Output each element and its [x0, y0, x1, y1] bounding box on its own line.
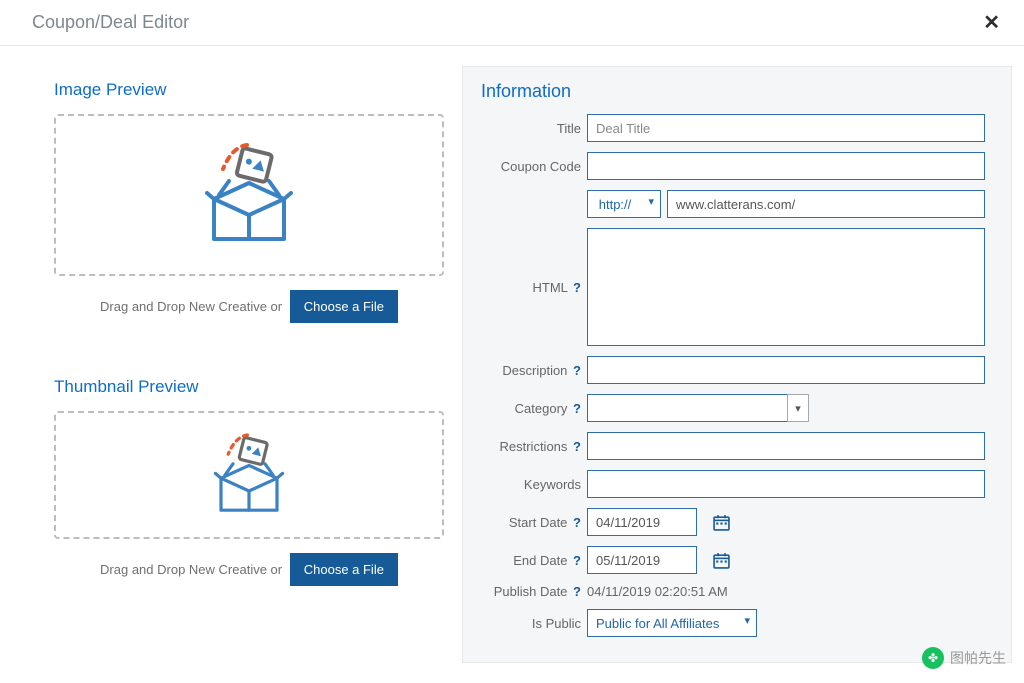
image-drop-caption: Drag and Drop New Creative or Choose a F… — [54, 290, 444, 323]
title-input[interactable] — [587, 114, 985, 142]
upload-box-icon — [209, 430, 289, 520]
information-panel: Information Title Coupon Code http:// — [462, 66, 1012, 663]
information-heading: Information — [477, 81, 985, 102]
modal-title: Coupon/Deal Editor — [32, 12, 189, 33]
image-preview-heading: Image Preview — [54, 80, 444, 100]
html-textarea[interactable] — [587, 228, 985, 346]
help-icon[interactable]: ? — [573, 439, 581, 454]
image-dropzone[interactable] — [54, 114, 444, 276]
watermark: ✤ 图帕先生 — [922, 647, 1006, 669]
choose-file-button[interactable]: Choose a File — [290, 290, 398, 323]
category-label: Category — [515, 401, 568, 416]
close-icon[interactable]: ✕ — [983, 10, 1000, 35]
keywords-input[interactable] — [587, 470, 985, 498]
upload-box-icon — [199, 139, 299, 251]
calendar-icon[interactable] — [713, 514, 730, 531]
wechat-icon: ✤ — [922, 647, 944, 669]
restrictions-label: Restrictions — [500, 439, 568, 454]
help-icon[interactable]: ? — [573, 515, 581, 530]
help-icon[interactable]: ? — [573, 553, 581, 568]
thumbnail-dropzone[interactable] — [54, 411, 444, 539]
thumbnail-drop-caption: Drag and Drop New Creative or Choose a F… — [54, 553, 444, 586]
category-combo[interactable]: ▾ — [587, 394, 809, 422]
description-label: Description — [502, 363, 567, 378]
is-public-label: Is Public — [532, 616, 581, 631]
chevron-down-icon[interactable]: ▾ — [787, 394, 809, 422]
modal-header: Coupon/Deal Editor ✕ — [0, 0, 1024, 46]
coupon-code-label: Coupon Code — [501, 159, 581, 174]
category-input[interactable] — [587, 394, 787, 422]
end-date-label: End Date — [513, 553, 567, 568]
end-date-input[interactable] — [587, 546, 697, 574]
help-icon[interactable]: ? — [573, 401, 581, 416]
description-input[interactable] — [587, 356, 985, 384]
choose-file-button[interactable]: Choose a File — [290, 553, 398, 586]
coupon-deal-editor-modal: Coupon/Deal Editor ✕ Image Preview — [0, 0, 1024, 683]
protocol-select[interactable]: http:// — [587, 190, 661, 218]
is-public-select[interactable]: Public for All Affiliates — [587, 609, 757, 637]
help-icon[interactable]: ? — [573, 363, 581, 378]
publish-date-label: Publish Date — [494, 584, 568, 599]
title-label: Title — [557, 121, 581, 136]
start-date-label: Start Date — [509, 515, 568, 530]
keywords-label: Keywords — [524, 477, 581, 492]
url-input[interactable] — [667, 190, 985, 218]
thumbnail-preview-heading: Thumbnail Preview — [54, 377, 444, 397]
help-icon[interactable]: ? — [573, 280, 581, 295]
modal-body: Image Preview — [0, 46, 1024, 683]
html-label: HTML — [533, 280, 568, 295]
restrictions-input[interactable] — [587, 432, 985, 460]
creative-preview-column: Image Preview — [24, 66, 444, 663]
start-date-input[interactable] — [587, 508, 697, 536]
help-icon[interactable]: ? — [573, 584, 581, 599]
calendar-icon[interactable] — [713, 552, 730, 569]
coupon-code-input[interactable] — [587, 152, 985, 180]
publish-date-value: 04/11/2019 02:20:51 AM — [587, 584, 728, 599]
